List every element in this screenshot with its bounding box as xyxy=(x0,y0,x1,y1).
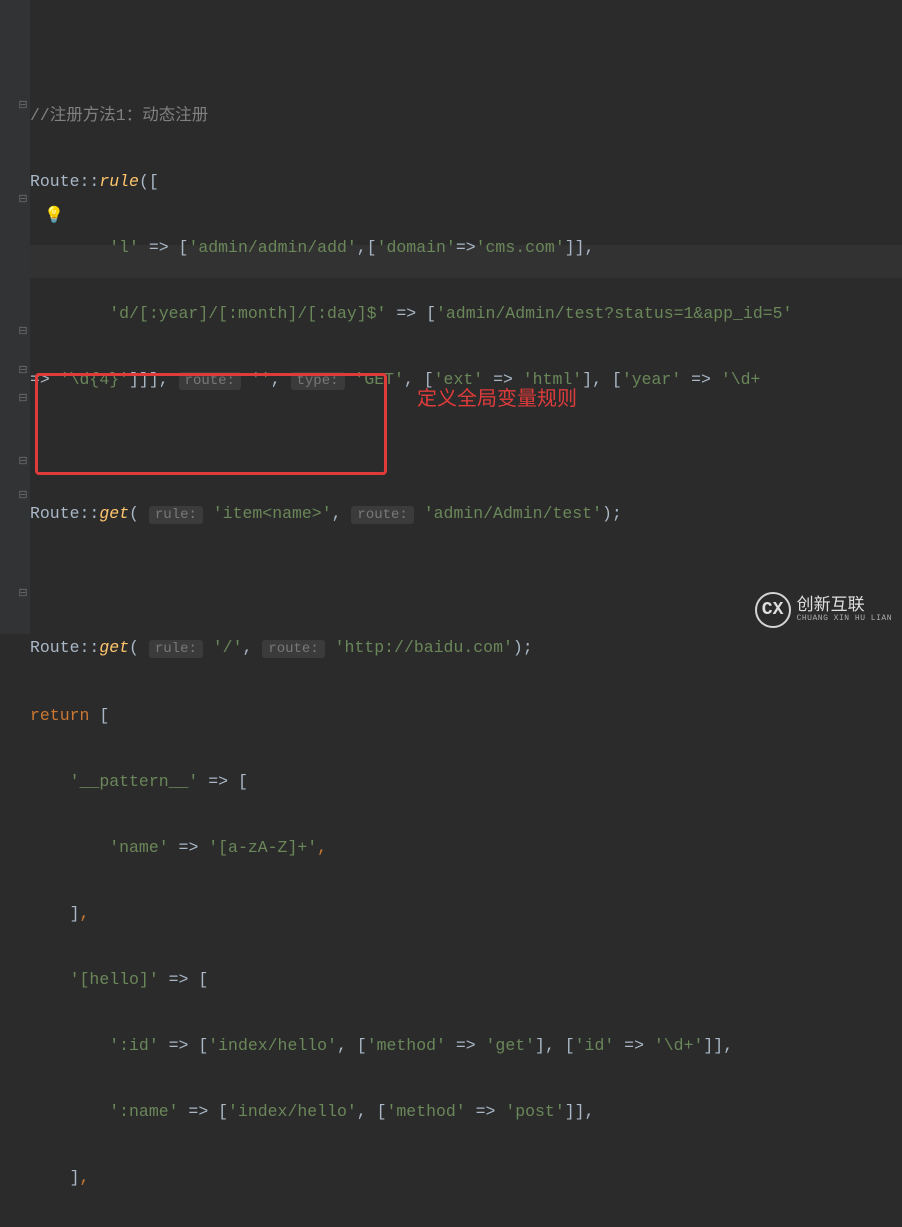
code-line: ], xyxy=(30,1161,792,1194)
code-line: ':name' => ['index/hello', ['method' => … xyxy=(30,1095,792,1128)
code-line: Route::get( rule: '/', route: 'http://ba… xyxy=(30,631,792,666)
code-line: 'd/[:year]/[:month]/[:day]$' => ['admin/… xyxy=(30,297,792,330)
fold-icon[interactable]: ⊟ xyxy=(18,184,28,217)
watermark-en: CHUANG XIN HU LIAN xyxy=(797,615,892,624)
code-line: //注册方法1：动态注册 xyxy=(30,99,792,132)
code-line: ':id' => ['index/hello', ['method' => 'g… xyxy=(30,1029,792,1062)
param-hint: rule: xyxy=(149,640,203,658)
comment-text: //注册方法1：动态注册 xyxy=(30,106,208,125)
fold-icon[interactable]: ⊟ xyxy=(18,316,28,349)
watermark-logo-icon: CX xyxy=(755,592,791,628)
param-hint: rule: xyxy=(149,506,203,524)
code-line: ], xyxy=(30,897,792,930)
code-line: 'name' => '[a-zA-Z]+', xyxy=(30,831,792,864)
code-line xyxy=(30,565,792,598)
code-line: '__pattern__' => [ xyxy=(30,765,792,798)
watermark-cn: 创新互联 xyxy=(797,596,892,615)
param-hint: route: xyxy=(351,506,413,524)
annotation-text: 定义全局变量规则 xyxy=(417,383,577,416)
code-line: Route::get( rule: 'item<name>', route: '… xyxy=(30,497,792,532)
fold-icon[interactable]: ⊟ xyxy=(18,578,28,611)
fold-icon[interactable]: ⊟ xyxy=(18,90,28,123)
code-line: return [ xyxy=(30,699,792,732)
fold-icon[interactable]: ⊟ xyxy=(18,480,28,513)
lightbulb-icon[interactable]: 💡 xyxy=(44,200,64,233)
fold-icon[interactable]: ⊟ xyxy=(18,446,28,479)
param-hint: route: xyxy=(262,640,324,658)
fold-icon[interactable]: ⊟ xyxy=(18,383,28,416)
code-area[interactable]: //注册方法1：动态注册 Route::rule([ 'l' => ['admi… xyxy=(30,0,792,1227)
highlight-box xyxy=(35,373,387,475)
code-line xyxy=(30,33,792,66)
code-line: '[hello]' => [ xyxy=(30,963,792,996)
code-line: Route::rule([ xyxy=(30,165,792,198)
gutter: ⊟ ⊟ ⊟ ⊟ ⊟ ⊟ ⊟ ⊟ xyxy=(0,0,30,634)
code-line: 'l' => ['admin/admin/add',['domain'=>'cm… xyxy=(30,231,792,264)
watermark: CX 创新互联 CHUANG XIN HU LIAN xyxy=(755,592,892,628)
